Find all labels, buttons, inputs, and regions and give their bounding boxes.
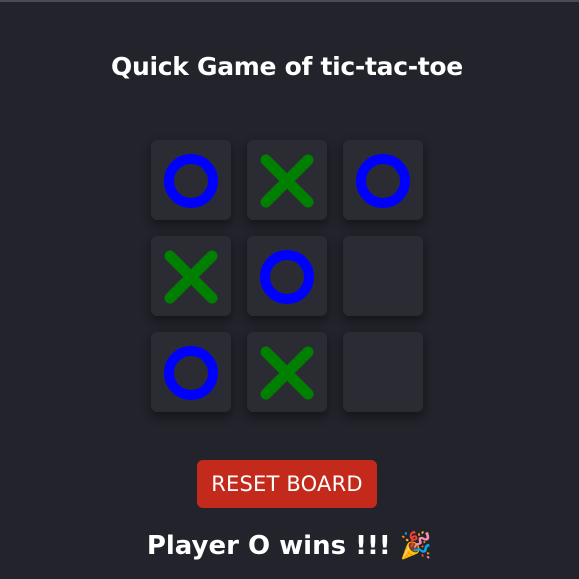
board-cell-1-2[interactable] xyxy=(247,140,327,220)
x-mark-icon xyxy=(260,346,314,400)
o-mark-icon xyxy=(356,154,410,208)
board-cell-3-2[interactable] xyxy=(247,332,327,412)
x-mark-icon xyxy=(260,154,314,208)
top-border xyxy=(0,0,579,2)
board-cell-2-3[interactable] xyxy=(343,236,423,316)
game-board xyxy=(151,140,423,412)
o-mark-icon xyxy=(164,346,218,400)
board-cell-1-1[interactable] xyxy=(151,140,231,220)
board-cell-1-3[interactable] xyxy=(343,140,423,220)
page-title: Quick Game of tic-tac-toe xyxy=(111,52,463,81)
board-cell-2-1[interactable] xyxy=(151,236,231,316)
o-mark-icon xyxy=(164,154,218,208)
game-status: Player O wins !!! 🎉 xyxy=(146,531,433,561)
board-cell-3-1[interactable] xyxy=(151,332,231,412)
reset-board-button[interactable]: RESET BOARD xyxy=(197,460,377,508)
o-mark-icon xyxy=(260,250,314,304)
board-cell-2-2[interactable] xyxy=(247,236,327,316)
board-cell-3-3[interactable] xyxy=(343,332,423,412)
x-mark-icon xyxy=(164,250,218,304)
